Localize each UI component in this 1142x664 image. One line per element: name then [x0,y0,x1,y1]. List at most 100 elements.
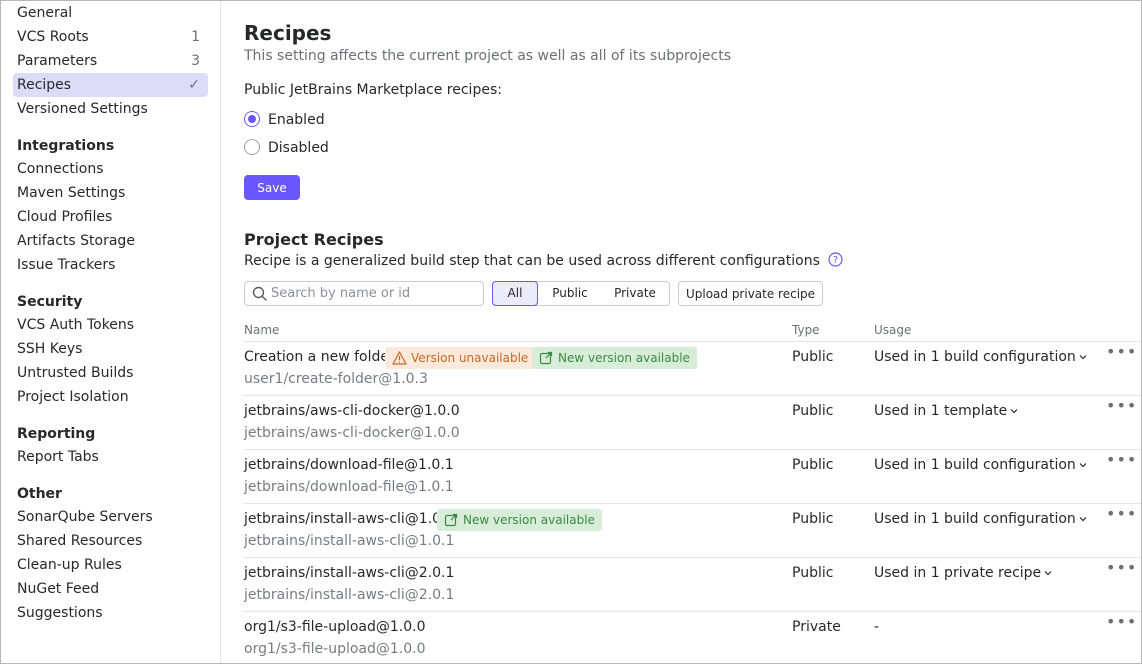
upload-private-recipe-button[interactable]: Upload private recipe [678,281,823,306]
more-actions-icon[interactable]: ••• [1106,558,1137,577]
more-actions-icon[interactable]: ••• [1106,342,1137,361]
filter-private-button[interactable]: Private [601,282,669,305]
recipe-name[interactable]: jetbrains/aws-cli-docker@1.0.0 [244,403,460,419]
recipe-name[interactable]: org1/s3-file-upload@1.0.0 [244,619,426,635]
recipe-filter: All Public Private [492,281,670,306]
sidebar: General VCS Roots1 Parameters3 Recipes✓ … [1,1,221,663]
search-input[interactable] [271,285,476,302]
sidebar-item-shared-resources[interactable]: Shared Resources [13,529,208,553]
recipe-id: jetbrains/install-aws-cli@2.0.1 [244,587,454,603]
sidebar-item-vcs-auth-tokens[interactable]: VCS Auth Tokens [13,313,208,337]
section-description-text: Recipe is a generalized build step that … [244,253,820,269]
search-box[interactable] [244,281,484,306]
chevron-down-icon [1079,462,1087,468]
recipe-name[interactable]: jetbrains/install-aws-cli@2.0.1 [244,565,454,581]
sidebar-item-label: Report Tabs [17,449,99,465]
more-actions-icon[interactable]: ••• [1106,504,1137,523]
sidebar-item-parameters[interactable]: Parameters 3 [13,49,208,73]
sidebar-item-versioned-settings[interactable]: Versioned Settings [13,97,208,121]
recipe-type: Public [792,511,833,527]
radio-disabled[interactable] [244,139,260,155]
sidebar-item-report-tabs[interactable]: Report Tabs [13,445,208,469]
sidebar-item-untrusted-builds[interactable]: Untrusted Builds [13,361,208,385]
sidebar-item-ssh-keys[interactable]: SSH Keys [13,337,208,361]
more-actions-icon[interactable]: ••• [1106,612,1137,631]
section-description: Recipe is a generalized build step that … [244,252,843,271]
sidebar-item-vcs-roots[interactable]: VCS Roots1 [13,25,208,49]
usage-dropdown[interactable]: Used in 1 build configuration [874,511,1087,527]
sidebar-item-label: SSH Keys [17,341,82,357]
sidebar-item-label: Clean-up Rules [17,557,122,573]
chevron-down-icon [1079,354,1087,360]
sidebar-section-other: Other [17,486,62,502]
svg-text:?: ? [833,255,838,266]
usage-dropdown[interactable]: Used in 1 build configuration [874,349,1087,365]
new-version-badge[interactable]: New version available [532,347,697,369]
sidebar-item-suggestions[interactable]: Suggestions [13,601,208,625]
sidebar-item-cloud-profiles[interactable]: Cloud Profiles [13,205,208,229]
help-icon[interactable]: ? [828,252,843,271]
sidebar-item-label: Issue Trackers [17,257,115,273]
sidebar-item-maven-settings[interactable]: Maven Settings [13,181,208,205]
usage-dropdown[interactable]: Used in 1 template [874,403,1018,419]
sidebar-item-nuget-feed[interactable]: NuGet Feed [13,577,208,601]
table-row[interactable]: jetbrains/install-aws-cli@2.0.1 jetbrain… [244,557,1142,612]
sidebar-item-artifacts-storage[interactable]: Artifacts Storage [13,229,208,253]
count-badge: 1 [191,25,200,49]
count-badge: 3 [191,49,200,73]
table-row[interactable]: jetbrains/install-aws-cli@1.0.1 New vers… [244,503,1142,558]
main-content: Recipes This setting affects the current… [244,1,1141,663]
save-button[interactable]: Save [244,175,300,200]
sidebar-item-label: VCS Auth Tokens [17,317,134,333]
table-row[interactable]: jetbrains/aws-cli-docker@1.0.0 jetbrains… [244,395,1142,450]
page-title: Recipes [244,21,331,45]
radio-enabled[interactable] [244,111,260,127]
external-link-icon [444,513,458,527]
chevron-down-icon [1010,408,1018,414]
sidebar-item-label: Versioned Settings [17,101,148,117]
more-actions-icon[interactable]: ••• [1106,396,1137,415]
sidebar-item-clean-up-rules[interactable]: Clean-up Rules [13,553,208,577]
sidebar-item-recipes[interactable]: Recipes✓ [13,73,208,97]
filter-all-button[interactable]: All [492,281,538,306]
recipe-name[interactable]: jetbrains/download-file@1.0.1 [244,457,454,473]
usage-value: - [874,619,879,635]
sidebar-item-issue-trackers[interactable]: Issue Trackers [13,253,208,277]
recipe-id: user1/create-folder@1.0.3 [244,371,428,387]
sidebar-item-project-isolation[interactable]: Project Isolation [13,385,208,409]
sidebar-item-label: SonarQube Servers [17,509,153,525]
table-row[interactable]: Creation a new folder Version unavailabl… [244,341,1142,396]
recipe-id: org1/s3-file-upload@1.0.0 [244,641,426,657]
chevron-down-icon [1044,570,1052,576]
recipe-type: Public [792,349,833,365]
usage-dropdown[interactable]: Used in 1 build configuration [874,457,1087,473]
version-unavailable-badge: Version unavailable [385,347,535,369]
recipe-id: jetbrains/aws-cli-docker@1.0.0 [244,425,460,441]
external-link-icon [539,351,553,365]
recipe-type: Private [792,619,841,635]
section-title-project-recipes: Project Recipes [244,230,384,249]
sidebar-item-label: Parameters [17,53,97,69]
usage-dropdown[interactable]: Used in 1 private recipe [874,565,1052,581]
sidebar-item-label: Project Isolation [17,389,129,405]
recipe-name[interactable]: jetbrains/install-aws-cli@1.0.1 [244,511,454,527]
radio-enabled-label[interactable]: Enabled [268,112,325,128]
sidebar-item-sonarqube-servers[interactable]: SonarQube Servers [13,505,208,529]
sidebar-item-general[interactable]: General [13,1,208,25]
sidebar-item-connections[interactable]: Connections [13,157,208,181]
warning-icon [392,351,407,365]
radio-disabled-label[interactable]: Disabled [268,140,329,156]
filter-public-button[interactable]: Public [541,282,599,305]
sidebar-item-label: Cloud Profiles [17,209,112,225]
column-header-type: Type [792,323,820,337]
table-row[interactable]: org1/s3-file-upload@1.0.0 org1/s3-file-u… [244,611,1142,664]
table-row[interactable]: jetbrains/download-file@1.0.1 jetbrains/… [244,449,1142,504]
new-version-badge[interactable]: New version available [437,509,602,531]
chevron-down-icon [1079,516,1087,522]
more-actions-icon[interactable]: ••• [1106,450,1137,469]
sidebar-item-label: Untrusted Builds [17,365,133,381]
recipe-type: Public [792,565,833,581]
recipe-name[interactable]: Creation a new folder [244,349,395,365]
page-subtitle: This setting affects the current project… [244,48,731,64]
sidebar-item-label: Recipes [17,77,71,93]
